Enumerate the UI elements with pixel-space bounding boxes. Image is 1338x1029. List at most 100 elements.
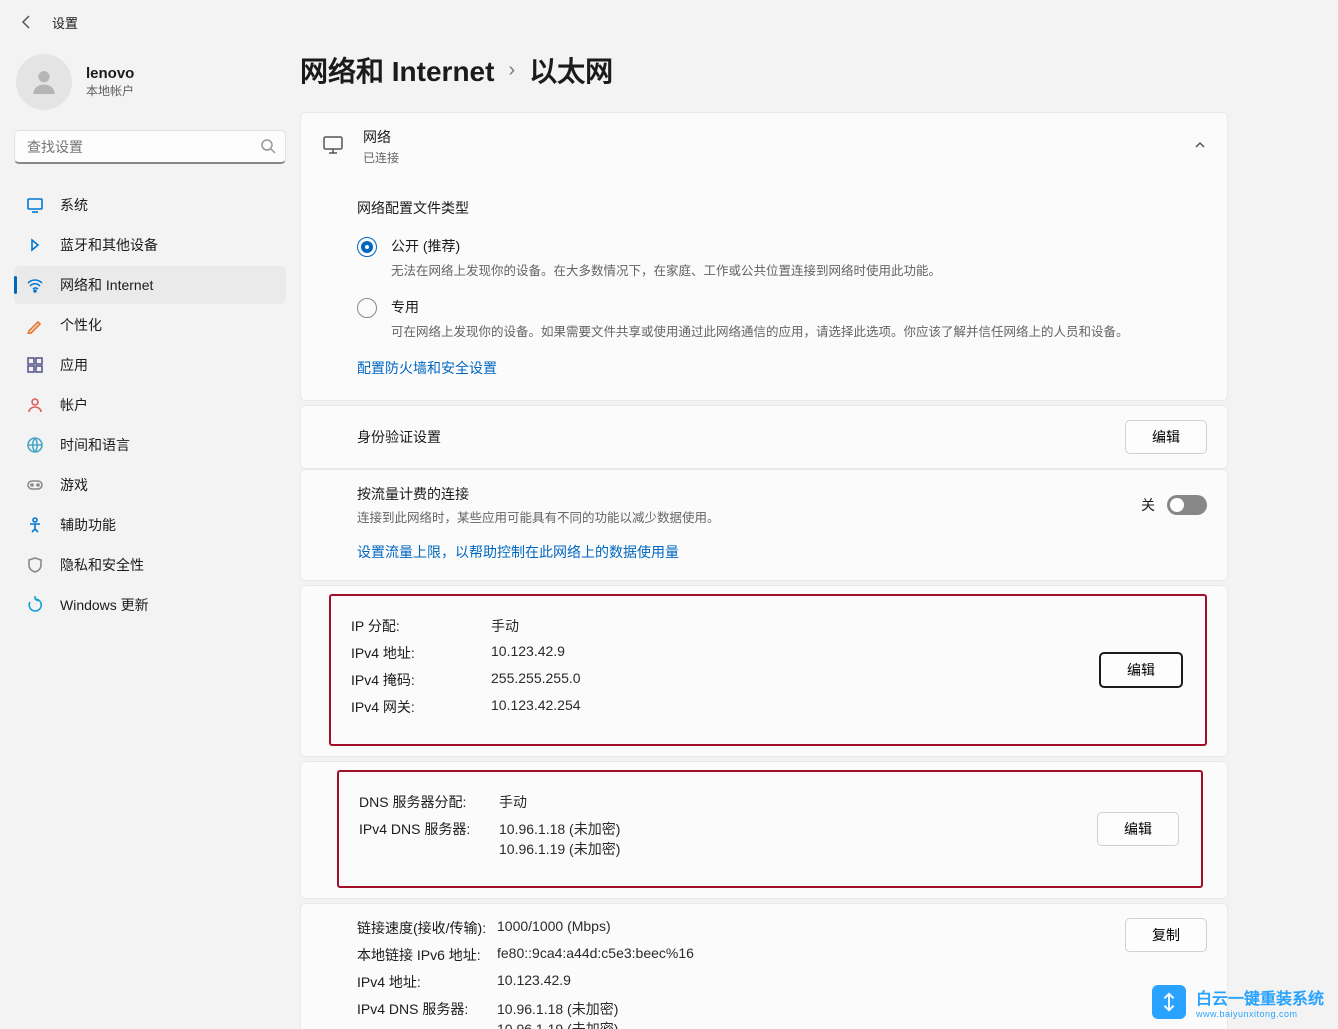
profile-type-title: 网络配置文件类型 [357,198,1171,218]
kv-label: 链接速度(接收/传输): [357,918,497,938]
nav-item-10[interactable]: Windows 更新 [14,586,286,624]
nav-item-9[interactable]: 隐私和安全性 [14,546,286,584]
kv-label: IPv4 地址: [357,972,497,992]
profile-name: lenovo [86,65,134,82]
radio-private-desc: 可在网络上发现你的设备。如果需要文件共享或使用通过此网络通信的应用，请选择此选项… [391,321,1129,340]
accessibility-icon [26,516,44,534]
nav-label: Windows 更新 [60,595,149,615]
auth-title: 身份验证设置 [357,427,1125,447]
apps-icon [26,356,44,374]
watermark-icon [1152,985,1186,1019]
kv-row: IP 分配:手动 [351,616,1185,636]
nav-item-8[interactable]: 辅助功能 [14,506,286,544]
ethernet-icon [321,133,345,160]
radio-private[interactable] [357,298,377,318]
kv-label: IPv4 掩码: [351,670,491,690]
breadcrumb: 网络和 Internet › 以太网 [300,50,1228,90]
kv-row: IPv4 DNS 服务器:10.96.1.18 (未加密)10.96.1.19 … [357,999,1207,1029]
search-input[interactable] [14,130,286,164]
nav-label: 隐私和安全性 [60,555,144,575]
watermark-line1: 白云一键重装系统 [1196,985,1324,1009]
network-status-header[interactable]: 网络 已连接 [301,113,1227,180]
nav-label: 时间和语言 [60,435,130,455]
watermark-line2: www.baiyunxitong.com [1196,1009,1324,1019]
radio-public-label: 公开 (推荐) [391,236,941,256]
nav-label: 网络和 Internet [60,275,153,295]
watermark: 白云一键重装系统 www.baiyunxitong.com [1152,985,1324,1019]
ip-card: IP 分配:手动IPv4 地址:10.123.42.9IPv4 掩码:255.2… [300,585,1228,757]
kv-row: IPv4 DNS 服务器:10.96.1.18 (未加密)10.96.1.19 … [359,819,1181,859]
metered-title: 按流量计费的连接 [357,484,1141,504]
kv-label: IPv4 DNS 服务器: [359,819,499,859]
breadcrumb-parent[interactable]: 网络和 Internet [300,50,494,90]
dns-card: DNS 服务器分配:手动 IPv4 DNS 服务器:10.96.1.18 (未加密… [300,761,1228,899]
kv-row: IPv4 网关:10.123.42.254 [351,697,1185,717]
breadcrumb-current: 以太网 [529,50,613,90]
kv-value: 10.123.42.9 [491,643,565,663]
dns-edit-button[interactable]: 编辑 [1097,812,1179,846]
globe-icon [26,436,44,454]
kv-label: 本地链接 IPv6 地址: [357,945,497,965]
details-card: 复制 链接速度(接收/传输):1000/1000 (Mbps)本地链接 IPv6… [300,903,1228,1029]
ip-edit-button[interactable]: 编辑 [1099,652,1183,688]
content-area: 网络和 Internet › 以太网 网络 已连接 网络配置文件类型 [300,44,1338,1029]
nav-item-7[interactable]: 游戏 [14,466,286,504]
radio-public-desc: 无法在网络上发现你的设备。在大多数情况下，在家庭、工作或公共位置连接到网络时使用… [391,260,941,279]
kv-value: 10.96.1.18 (未加密)10.96.1.19 (未加密) [499,819,620,859]
window-title: 设置 [52,13,78,32]
metered-desc: 连接到此网络时，某些应用可能具有不同的功能以减少数据使用。 [357,507,1141,526]
nav-label: 帐户 [60,395,88,415]
kv-row: DNS 服务器分配:手动 [359,792,1181,812]
nav-item-1[interactable]: 蓝牙和其他设备 [14,226,286,264]
profile-subtitle: 本地帐户 [86,82,134,99]
kv-value: 10.96.1.18 (未加密)10.96.1.19 (未加密) [497,999,618,1029]
ip-highlight: IP 分配:手动IPv4 地址:10.123.42.9IPv4 掩码:255.2… [329,594,1207,746]
nav-item-6[interactable]: 时间和语言 [14,426,286,464]
kv-label: IPv4 网关: [351,697,491,717]
user-profile[interactable]: lenovo 本地帐户 [14,50,286,130]
radio-public[interactable] [357,237,377,257]
nav-item-2[interactable]: 网络和 Internet [14,266,286,304]
nav-list: 系统蓝牙和其他设备网络和 Internet 个性化应用帐户时间和语言游戏辅助功能隐… [14,186,286,624]
nav-label: 应用 [60,355,88,375]
kv-row: 链接速度(接收/传输):1000/1000 (Mbps) [357,918,1207,938]
dns-highlight: DNS 服务器分配:手动 IPv4 DNS 服务器:10.96.1.18 (未加密… [337,770,1203,888]
metered-switch-label: 关 [1141,495,1155,515]
person-icon [26,396,44,414]
auth-edit-button[interactable]: 编辑 [1125,420,1207,454]
nav-item-0[interactable]: 系统 [14,186,286,224]
copy-button[interactable]: 复制 [1125,918,1207,952]
shield-icon [26,556,44,574]
kv-row: IPv4 地址:10.123.42.9 [351,643,1185,663]
kv-row: 本地链接 IPv6 地址:fe80::9ca4:a44d:c5e3:beec%1… [357,945,1207,965]
kv-label: DNS 服务器分配: [359,792,499,812]
search-icon [260,138,276,157]
wifi-icon [26,276,44,294]
update-icon [26,596,44,614]
firewall-link[interactable]: 配置防火墙和安全设置 [357,358,497,378]
brush-icon [26,316,44,334]
kv-value: fe80::9ca4:a44d:c5e3:beec%16 [497,945,694,965]
nav-label: 辅助功能 [60,515,116,535]
network-title: 网络 [363,127,399,147]
kv-row: IPv4 掩码:255.255.255.0 [351,670,1185,690]
nav-item-5[interactable]: 帐户 [14,386,286,424]
kv-value: 10.123.42.9 [497,972,571,992]
radio-private-label: 专用 [391,297,1129,317]
nav-item-4[interactable]: 应用 [14,346,286,384]
nav-label: 游戏 [60,475,88,495]
metered-card: 按流量计费的连接 连接到此网络时，某些应用可能具有不同的功能以减少数据使用。 关… [300,469,1228,581]
kv-value: 255.255.255.0 [491,670,581,690]
sidebar: lenovo 本地帐户 系统蓝牙和其他设备网络和 Internet 个性化应用帐户… [0,44,300,1029]
kv-value: 1000/1000 (Mbps) [497,918,611,938]
kv-label: IPv4 地址: [351,643,491,663]
kv-value: 10.123.42.254 [491,697,581,717]
network-status: 已连接 [363,149,399,166]
metered-switch[interactable] [1167,495,1207,515]
nav-item-3[interactable]: 个性化 [14,306,286,344]
back-button[interactable] [14,9,40,35]
chevron-up-icon [1193,138,1207,155]
nav-label: 系统 [60,195,88,215]
nav-label: 蓝牙和其他设备 [60,235,158,255]
data-limit-link[interactable]: 设置流量上限，以帮助控制在此网络上的数据使用量 [357,542,679,562]
